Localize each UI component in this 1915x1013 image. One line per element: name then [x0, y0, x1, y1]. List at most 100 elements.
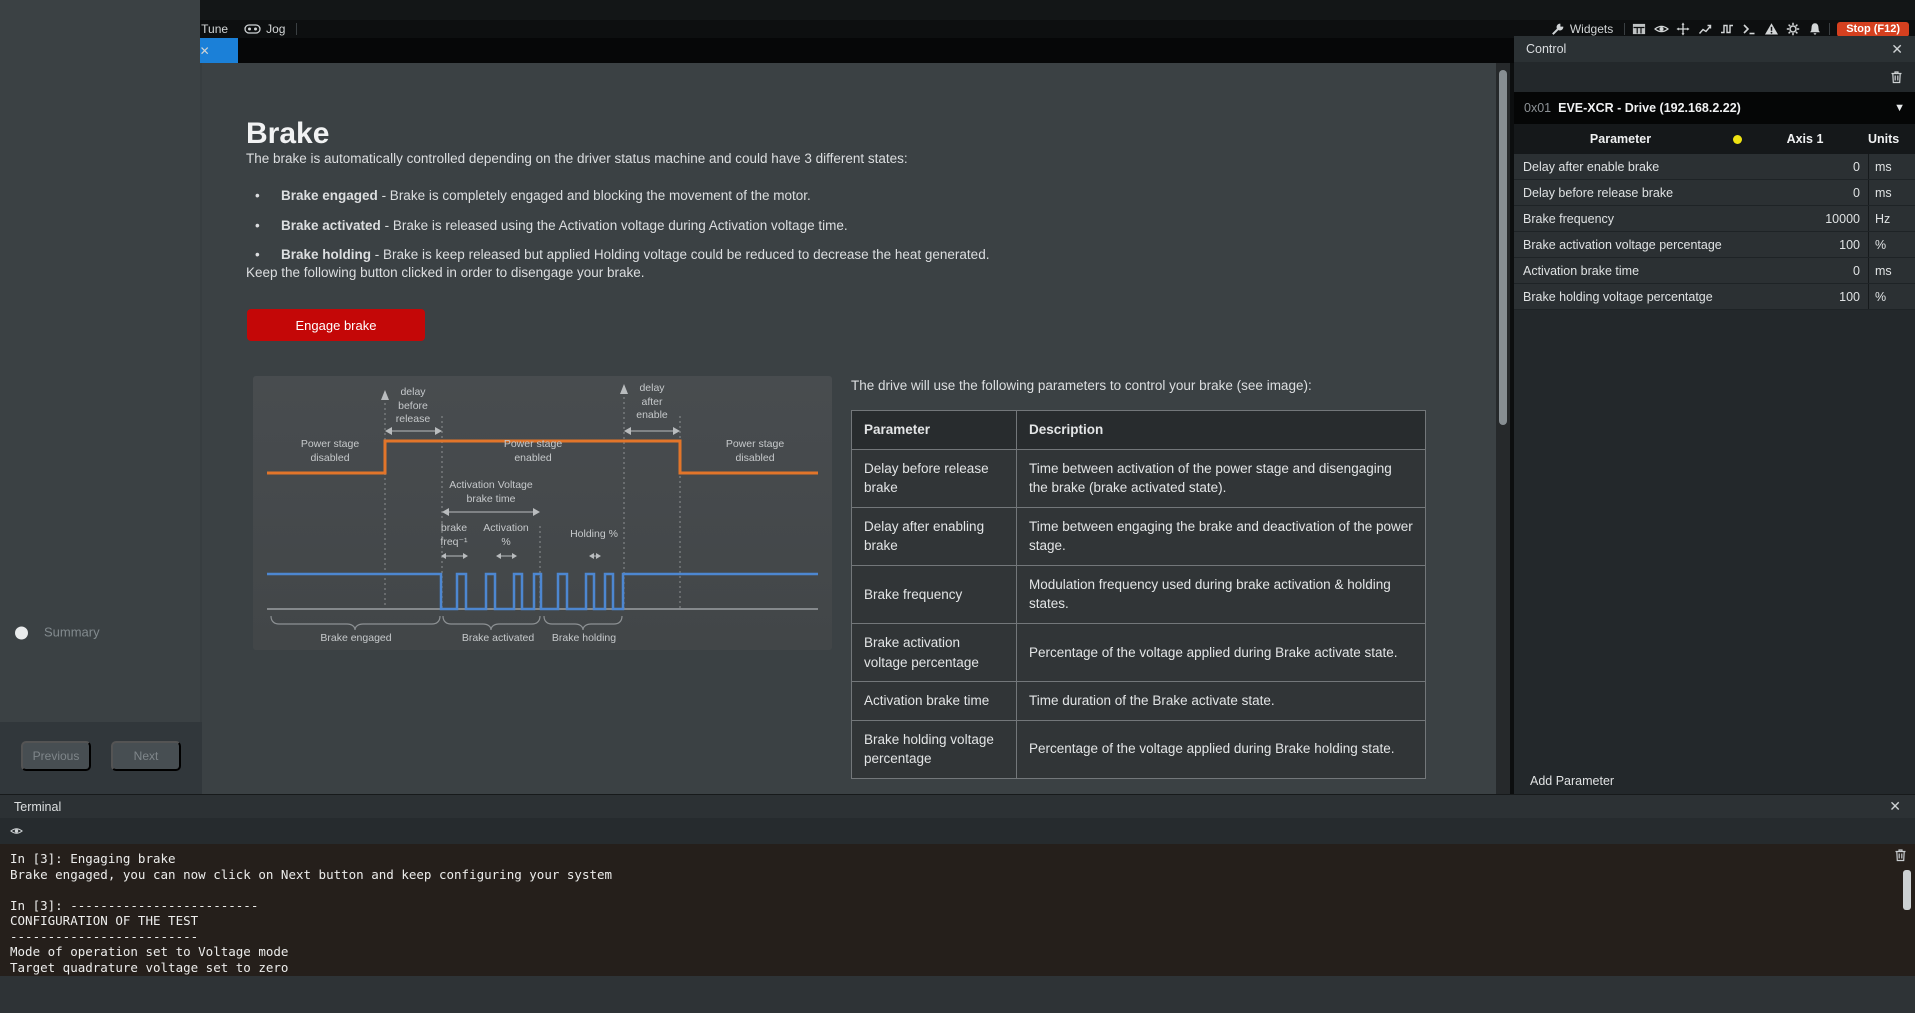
desc-cell: Time between engaging the brake and deac… — [1017, 507, 1426, 565]
param-cell: Brake holding voltage percentage — [852, 720, 1017, 778]
col-parameter: Parameter — [852, 411, 1017, 450]
bullet-text: Brake holding - Brake is keep released b… — [281, 244, 989, 266]
menu-bar: File Tools Help — [0, 0, 1915, 20]
eye-icon[interactable] — [10, 825, 23, 837]
param-name: Activation brake time — [1514, 264, 1727, 278]
close-icon[interactable]: ✕ — [200, 44, 210, 58]
jog-label: Jog — [266, 22, 285, 36]
param-value[interactable]: 0 — [1727, 186, 1868, 200]
brake-freq-label: brake freq⁻¹ — [429, 522, 479, 549]
control-param-row[interactable]: Delay before release brake 0 ms — [1514, 180, 1915, 206]
activation-voltage-label: Activation Voltage brake time — [421, 479, 561, 506]
device-node-id: 0x01 — [1524, 101, 1551, 115]
param-value[interactable]: 100 — [1727, 290, 1868, 304]
desc-cell: Time between activation of the power sta… — [1017, 449, 1426, 507]
params-intro-text: The drive will use the following paramet… — [851, 378, 1312, 393]
bullet-item: • Brake holding - Brake is keep released… — [255, 244, 989, 266]
stop-button[interactable]: Stop (F12) — [1837, 22, 1909, 37]
control-param-row[interactable]: Delay after enable brake 0 ms — [1514, 154, 1915, 180]
power-stage-disabled-label: Power stage disabled — [700, 438, 810, 465]
param-unit: % — [1868, 284, 1915, 309]
page-title: Brake — [246, 117, 329, 151]
bullet-text: Brake activated - Brake is released usin… — [281, 215, 848, 237]
terminal-line — [10, 882, 1905, 898]
control-param-row[interactable]: Brake frequency 10000 Hz — [1514, 206, 1915, 232]
control-col-units: Units — [1868, 132, 1915, 146]
table-row: Brake holding voltage percentage Percent… — [852, 720, 1426, 778]
chevron-down-icon[interactable]: ▼ — [1894, 102, 1905, 114]
param-value[interactable]: 10000 — [1727, 212, 1868, 226]
terminal-console[interactable]: In [3]: Engaging brake Brake engaged, yo… — [0, 844, 1915, 976]
terminal-header: Terminal ✕ — [0, 794, 1915, 818]
param-unit: ms — [1868, 258, 1915, 283]
brake-params-table: Parameter Description Delay before relea… — [851, 410, 1426, 779]
jog-icon — [244, 23, 261, 35]
diagram-graphics — [253, 376, 832, 650]
control-param-row[interactable]: Activation brake time 0 ms — [1514, 258, 1915, 284]
terminal-scrollbar-thumb[interactable] — [1903, 870, 1911, 910]
param-value[interactable]: 100 — [1727, 238, 1868, 252]
intro-text: The brake is automatically controlled de… — [246, 151, 908, 166]
axis-label: Axis 1 — [1742, 132, 1868, 146]
control-col-parameter: Parameter — [1514, 132, 1727, 146]
terminal-status-strip — [0, 976, 1915, 1013]
terminal-line: In [3]: Engaging brake — [10, 851, 1905, 867]
bullet-dot: • — [255, 244, 281, 266]
trash-icon[interactable] — [1890, 70, 1903, 84]
close-icon[interactable]: ✕ — [1889, 798, 1901, 815]
param-cell: Brake frequency — [852, 565, 1017, 623]
param-unit: ms — [1868, 180, 1915, 205]
desc-cell: Percentage of the voltage applied during… — [1017, 623, 1426, 681]
control-panel-title: Control — [1526, 42, 1566, 56]
control-rows: Delay after enable brake 0 ms Delay befo… — [1514, 154, 1915, 310]
next-button[interactable]: Next — [111, 741, 181, 771]
param-name: Delay after enable brake — [1514, 160, 1727, 174]
terminal-line: In [3]: ------------------------- — [10, 898, 1905, 914]
delay-before-release-label: delay before release — [373, 386, 453, 427]
bullet-item: • Brake engaged - Brake is completely en… — [255, 185, 989, 207]
device-selector[interactable]: 0x01 EVE-XCR - Drive (192.168.2.22) ▼ — [1514, 92, 1915, 124]
param-unit: % — [1868, 232, 1915, 257]
holding-pct-label: Holding % — [554, 528, 634, 542]
wizard-sidebar: Welcome Communications Safe Torque Off L… — [0, 63, 202, 794]
table-row: Delay after enabling brake Time between … — [852, 507, 1426, 565]
keep-text: Keep the following button clicked in ord… — [246, 265, 645, 280]
bullet-dot: • — [255, 215, 281, 237]
wrench-icon — [1551, 22, 1565, 36]
brake-holding-label: Brake holding — [524, 632, 644, 646]
wizard-content: Brake The brake is automatically control… — [202, 63, 1496, 794]
close-icon[interactable]: ✕ — [1891, 41, 1903, 58]
activation-pct-label: Activation % — [481, 522, 531, 549]
param-cell: Brake activation voltage percentage — [852, 623, 1017, 681]
jog-button[interactable]: Jog — [236, 20, 293, 38]
delay-after-enable-label: delay after enable — [612, 382, 692, 423]
terminal-toolbar — [0, 818, 1915, 844]
param-unit: ms — [1868, 154, 1915, 179]
terminal-line: Target quadrature voltage set to zero — [10, 960, 1905, 976]
param-name: Brake holding voltage percentatge — [1514, 290, 1727, 304]
control-param-row[interactable]: Brake activation voltage percentage 100 … — [1514, 232, 1915, 258]
power-stage-enabled-label: Power stage enabled — [478, 438, 588, 465]
previous-button[interactable]: Previous — [21, 741, 91, 771]
state-bullets: • Brake engaged - Brake is completely en… — [255, 185, 989, 274]
param-value[interactable]: 0 — [1727, 160, 1868, 174]
engage-brake-button[interactable]: Engage brake — [247, 309, 425, 341]
tab-bar: Welcome ✕ Wizard ✕ — [0, 38, 1514, 63]
param-cell: Activation brake time — [852, 682, 1017, 721]
main-scrollbar[interactable] — [1496, 63, 1510, 794]
trash-icon[interactable] — [1894, 848, 1907, 862]
add-parameter-button[interactable]: Add Parameter — [1514, 770, 1614, 792]
step-label: Summary — [44, 624, 172, 643]
terminal-panel: Terminal ✕ In [3]: Engaging brake Brake … — [0, 794, 1915, 1013]
table-header-row: Parameter Description — [852, 411, 1426, 450]
main-scrollbar-thumb[interactable] — [1499, 70, 1507, 425]
control-param-row[interactable]: Brake holding voltage percentatge 100 % — [1514, 284, 1915, 310]
param-cell: Delay after enabling brake — [852, 507, 1017, 565]
main-area: Welcome Communications Safe Torque Off L… — [0, 63, 1496, 794]
desc-cell: Modulation frequency used during brake a… — [1017, 565, 1426, 623]
param-unit: Hz — [1868, 206, 1915, 231]
toolbar-separator — [1829, 23, 1830, 35]
terminal-line: Brake engaged, you can now click on Next… — [10, 867, 1905, 883]
param-value[interactable]: 0 — [1727, 264, 1868, 278]
widgets-label: Widgets — [1570, 22, 1613, 36]
